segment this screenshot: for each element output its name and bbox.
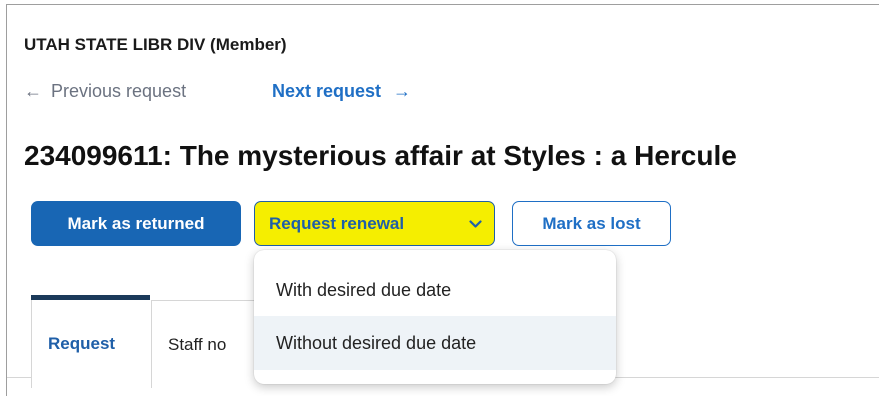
tab-request[interactable]: Request bbox=[31, 300, 152, 388]
arrow-left-icon: ← bbox=[24, 81, 42, 101]
request-renewal-button[interactable]: Request renewal bbox=[254, 201, 495, 246]
tab-label: Request bbox=[48, 334, 116, 353]
next-request-link[interactable]: Next request → bbox=[272, 81, 411, 102]
menu-item-label: With desired due date bbox=[276, 279, 452, 300]
tab-label: Staff no bbox=[168, 334, 227, 354]
request-renewal-label: Request renewal bbox=[269, 213, 405, 233]
arrow-right-icon: → bbox=[393, 81, 412, 101]
menu-item-with-desired-due-date[interactable]: With desired due date bbox=[254, 264, 616, 316]
page-title: 234099611: The mysterious affair at Styl… bbox=[24, 140, 737, 171]
owning-library: UTAH STATE LIBR DIV (Member) bbox=[24, 35, 287, 54]
request-detail-panel: UTAH STATE LIBR DIV (Member) ← Previous … bbox=[6, 4, 879, 396]
menu-item-label: Without desired due date bbox=[276, 332, 477, 353]
mark-as-returned-button[interactable]: Mark as returned bbox=[31, 201, 241, 246]
previous-request-link[interactable]: ← Previous request bbox=[24, 81, 186, 102]
request-renewal-menu: With desired due date Without desired du… bbox=[254, 250, 616, 384]
menu-item-without-desired-due-date[interactable]: Without desired due date bbox=[254, 316, 616, 370]
previous-request-label: Previous request bbox=[51, 81, 187, 101]
chevron-down-icon bbox=[469, 216, 482, 232]
mark-as-lost-button[interactable]: Mark as lost bbox=[512, 201, 671, 246]
next-request-label: Next request bbox=[272, 81, 382, 101]
